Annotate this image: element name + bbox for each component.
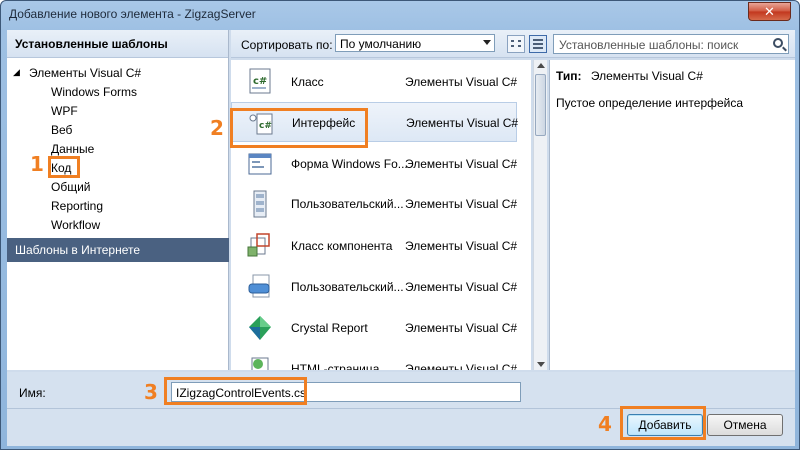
template-name: Форма Windows Fo... <box>291 157 408 171</box>
sort-value: По умолчанию <box>340 37 422 51</box>
template-name: Пользовательский... <box>291 197 404 211</box>
installed-templates-header: Установленные шаблоны <box>7 30 228 58</box>
tree-item-web[interactable]: Веб <box>51 123 72 137</box>
highlight-add-button <box>620 406 706 440</box>
template-row[interactable]: Crystal Report Элементы Visual C# <box>231 308 517 348</box>
medium-icons-view-button[interactable] <box>507 35 525 53</box>
template-category: Элементы Visual C# <box>405 362 518 370</box>
custom-control-icon <box>248 274 270 298</box>
template-tree-pane: Установленные шаблоны ◢ Элементы Visual … <box>7 30 229 370</box>
tree-item-data[interactable]: Данные <box>51 142 94 156</box>
template-search-input[interactable]: Установленные шаблоны: поиск <box>553 34 789 54</box>
template-row[interactable]: c# Класс Элементы Visual C# <box>231 62 517 102</box>
class-icon: c# <box>249 68 271 94</box>
tree-expand-icon[interactable]: ◢ <box>13 67 20 78</box>
form-icon <box>248 153 272 175</box>
tree-item-reporting[interactable]: Reporting <box>51 199 103 213</box>
template-name: Класс <box>291 75 324 89</box>
template-name: Пользовательский... <box>291 280 404 294</box>
scroll-down-icon[interactable] <box>537 362 545 367</box>
type-value: Элементы Visual C# <box>590 69 703 83</box>
template-category: Элементы Visual C# <box>405 321 518 335</box>
annotation-number: 1 <box>30 152 44 176</box>
crystal-report-icon <box>249 316 271 340</box>
template-category: Элементы Visual C# <box>405 239 518 253</box>
close-button[interactable]: ✕ <box>748 2 791 21</box>
tree-item-wpf[interactable]: WPF <box>51 104 78 118</box>
annotation-number: 4 <box>598 412 612 436</box>
template-row[interactable]: Пользовательский... Элементы Visual C# <box>231 267 517 307</box>
tree-item-workflow[interactable]: Workflow <box>51 218 100 232</box>
template-list-scrollbar[interactable] <box>533 60 547 370</box>
sort-label: Сортировать по: <box>241 38 333 52</box>
template-row[interactable]: Класс компонента Элементы Visual C# <box>231 226 517 266</box>
tree-root-visual-csharp[interactable]: Элементы Visual C# <box>29 66 141 80</box>
details-view-button[interactable] <box>529 35 547 53</box>
template-toolbar: Сортировать по: По умолчанию Установленн… <box>231 30 795 58</box>
template-category: Элементы Visual C# <box>405 197 518 211</box>
template-description: Пустое определение интерфейса <box>556 96 744 110</box>
highlight-code-item <box>48 156 80 178</box>
template-name: HTML-страница <box>291 362 380 370</box>
template-name: Crystal Report <box>291 321 368 335</box>
sort-dropdown[interactable]: По умолчанию <box>335 34 495 52</box>
component-icon <box>247 233 270 257</box>
search-placeholder: Установленные шаблоны: поиск <box>559 38 739 52</box>
svg-text:c#: c# <box>253 76 267 87</box>
template-category: Элементы Visual C# <box>406 116 519 130</box>
title-bar: Добавление нового элемента - ZigzagServe… <box>1 1 799 29</box>
template-category: Элементы Visual C# <box>405 280 518 294</box>
template-row[interactable]: HTML-страница Элементы Visual C# <box>231 349 517 370</box>
template-type: Тип: Элементы Visual C# <box>556 69 703 83</box>
template-category: Элементы Visual C# <box>405 157 518 171</box>
annotation-number: 2 <box>210 116 224 140</box>
type-label: Тип: <box>556 69 582 83</box>
search-icon[interactable] <box>773 38 783 48</box>
template-info-pane: Тип: Элементы Visual C# Пустое определен… <box>549 60 795 370</box>
window-title: Добавление нового элемента - ZigzagServe… <box>9 7 256 21</box>
template-row[interactable]: Форма Windows Fo... Элементы Visual C# <box>231 144 517 184</box>
scroll-thumb[interactable] <box>535 74 546 136</box>
dialog-window: Добавление нового элемента - ZigzagServe… <box>0 0 800 450</box>
highlight-name-input <box>164 377 307 405</box>
template-name: Класс компонента <box>291 239 393 253</box>
template-list: c# Класс Элементы Visual C# c# Интерфейс… <box>231 60 531 370</box>
tree-item-windows-forms[interactable]: Windows Forms <box>51 85 137 99</box>
online-templates-header[interactable]: Шаблоны в Интернете <box>7 238 229 262</box>
template-category: Элементы Visual C# <box>405 75 518 89</box>
cancel-button[interactable]: Отмена <box>707 414 783 436</box>
chevron-down-icon <box>483 40 491 45</box>
scroll-up-icon[interactable] <box>537 63 545 68</box>
tree-item-general[interactable]: Общий <box>51 180 91 194</box>
template-row[interactable]: Пользовательский... Элементы Visual C# <box>231 184 517 224</box>
name-label: Имя: <box>19 386 46 400</box>
annotation-number: 3 <box>144 380 158 404</box>
dialog-client: Установленные шаблоны ◢ Элементы Visual … <box>7 30 795 446</box>
highlight-interface-item <box>230 108 368 148</box>
html-page-icon <box>251 357 269 370</box>
user-control-icon <box>253 190 267 218</box>
